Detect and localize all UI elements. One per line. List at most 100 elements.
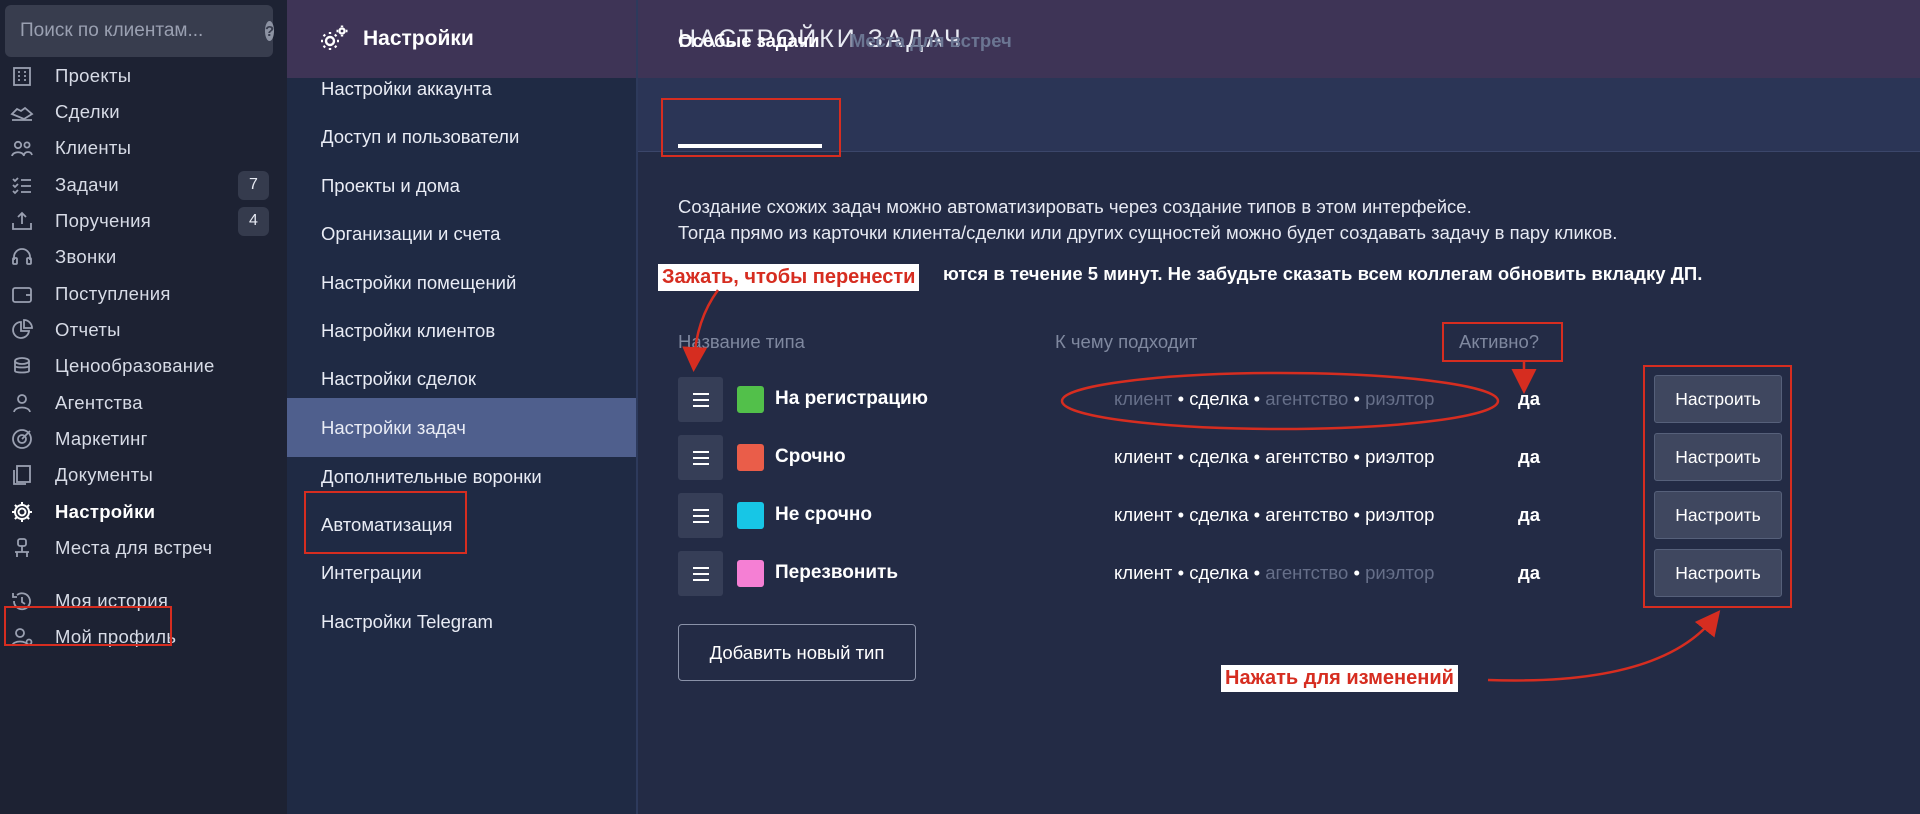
app-window: ? ПроектыСделкиКлиентыЗадачи7Поручения4З… — [0, 0, 1920, 814]
annotation-box-settings-item — [304, 491, 467, 554]
description-line-3: ются в течение 5 минут. Не забудьте сказ… — [943, 263, 1703, 284]
separator-dot: • — [1177, 446, 1185, 467]
separator-dot: • — [1353, 388, 1360, 409]
sidebar-item-5[interactable]: Поручения 4 — [0, 201, 287, 241]
agent-icon — [9, 390, 35, 416]
annotation-box-tab — [661, 98, 841, 157]
client-search: ? — [5, 5, 275, 57]
applies-to-list: клиент • сделка • агентство • риэлтор — [1114, 562, 1434, 584]
handshake-icon — [9, 99, 35, 125]
task-type-name: На регистрацию — [775, 388, 928, 409]
sidebar-item-2[interactable]: Сделки — [0, 92, 287, 132]
color-swatch — [737, 502, 764, 529]
sidebar-item-label: Сделки — [55, 101, 120, 122]
meeting-place-icon — [9, 535, 35, 561]
column-header-applies: К чему подходит — [1055, 331, 1198, 352]
drag-handle-icon[interactable] — [678, 551, 723, 596]
sidebar-item-11[interactable]: Маркетинг — [0, 419, 287, 459]
sidebar-item-9[interactable]: Ценообразование — [0, 346, 287, 386]
applies-entity: клиент — [1114, 562, 1173, 583]
annotation-arrow-buttons — [1487, 610, 1721, 682]
main-header: НАСТРОЙКИ ЗАДАЧ — [638, 0, 1920, 78]
task-type-name: Не срочно — [775, 504, 872, 525]
separator-dot: • — [1353, 446, 1360, 467]
annotation-box-active-column — [1442, 322, 1563, 362]
separator-dot: • — [1253, 388, 1261, 409]
applies-to-list: клиент • сделка • агентство • риэлтор — [1114, 504, 1434, 526]
documents-icon — [9, 462, 35, 488]
inbox-upload-icon — [9, 208, 35, 234]
gears-icon — [321, 25, 348, 50]
separator-dot: • — [1253, 562, 1261, 583]
task-type-name: Срочно — [775, 446, 846, 467]
sidebar-item-4[interactable]: Задачи 7 — [0, 165, 287, 205]
applies-entity: сделка — [1189, 388, 1249, 409]
applies-entity: клиент — [1114, 388, 1173, 409]
applies-entity: риэлтор — [1365, 446, 1435, 467]
sidebar-item-label: Агентства — [55, 392, 143, 413]
target-icon — [9, 426, 35, 452]
applies-entity: агентство — [1265, 504, 1349, 525]
drag-handle-icon[interactable] — [678, 377, 723, 422]
sidebar-item-14[interactable]: Места для встреч — [0, 528, 287, 568]
separator-dot: • — [1253, 504, 1261, 525]
sidebar-item-label: Отчеты — [55, 319, 121, 340]
sidebar-item-label: Документы — [55, 464, 154, 485]
help-icon[interactable]: ? — [265, 21, 275, 41]
sidebar-item-1[interactable]: Проекты — [0, 56, 287, 96]
description-line-1: Создание схожих задач можно автоматизиро… — [678, 196, 1472, 217]
column-header-name: Название типа — [678, 331, 805, 352]
active-status: да — [1518, 388, 1541, 409]
applies-entity: клиент — [1114, 446, 1173, 467]
building-icon — [9, 63, 35, 89]
sidebar-item-10[interactable]: Агентства — [0, 383, 287, 423]
count-badge: 7 — [238, 170, 269, 200]
separator-dot: • — [1177, 504, 1185, 525]
sidebar-item-12[interactable]: Документы — [0, 455, 287, 495]
sidebar-item-label: Места для встреч — [55, 537, 213, 558]
sidebar-item-label: Настройки — [55, 501, 156, 522]
search-input[interactable] — [20, 20, 265, 42]
settings-menu-item[interactable]: Настройки Telegram — [287, 592, 637, 651]
sidebar-item-label: Маркетинг — [55, 428, 148, 449]
add-new-type-button[interactable]: Добавить новый тип — [678, 624, 916, 681]
sidebar-item-label: Задачи — [55, 174, 119, 195]
sidebar-item-13[interactable]: Настройки — [0, 492, 287, 532]
separator-dot: • — [1177, 388, 1185, 409]
sidebar-item-6[interactable]: Звонки — [0, 237, 287, 277]
pie-chart-icon — [9, 317, 35, 343]
sidebar-item-label: Звонки — [55, 246, 117, 267]
wallet-icon — [9, 281, 35, 307]
active-status: да — [1518, 446, 1541, 467]
settings-title: Настройки — [363, 27, 474, 50]
applies-entity: агентство — [1265, 562, 1349, 583]
sidebar-item-7[interactable]: Поступления — [0, 274, 287, 314]
color-swatch — [737, 444, 764, 471]
headset-icon — [9, 244, 35, 270]
settings-panel: Настройки Настройки аккаунта Доступ и пол… — [287, 0, 637, 814]
sidebar-item-label: Клиенты — [55, 137, 132, 158]
sidebar-item-label: Ценообразование — [55, 355, 215, 376]
active-status: да — [1518, 562, 1541, 583]
applies-entity: клиент — [1114, 504, 1173, 525]
annotation-box-nav-settings — [4, 606, 172, 646]
applies-entity: сделка — [1189, 562, 1249, 583]
separator-dot: • — [1253, 446, 1261, 467]
annotation-box-buttons — [1643, 365, 1792, 608]
drag-handle-icon[interactable] — [678, 435, 723, 480]
sidebar-item-8[interactable]: Отчеты — [0, 310, 287, 350]
applies-entity: риэлтор — [1365, 562, 1435, 583]
sidebar-item-3[interactable]: Клиенты — [0, 128, 287, 168]
sidebar-item-label: Проекты — [55, 65, 132, 86]
drag-handle-icon[interactable] — [678, 493, 723, 538]
separator-dot: • — [1177, 562, 1185, 583]
applies-entity: агентство — [1265, 446, 1349, 467]
sidebar-item-label: Поступления — [55, 283, 171, 304]
tasks-icon — [9, 172, 35, 198]
applies-to-list: клиент • сделка • агентство • риэлтор — [1114, 446, 1434, 468]
gear-icon — [9, 499, 35, 525]
applies-to-list: клиент • сделка • агентство • риэлтор — [1114, 388, 1434, 410]
tab-meeting-places[interactable]: Места для встреч — [850, 30, 1012, 52]
tab-special-tasks[interactable]: Особые задачи — [678, 30, 820, 52]
separator-dot: • — [1353, 562, 1360, 583]
